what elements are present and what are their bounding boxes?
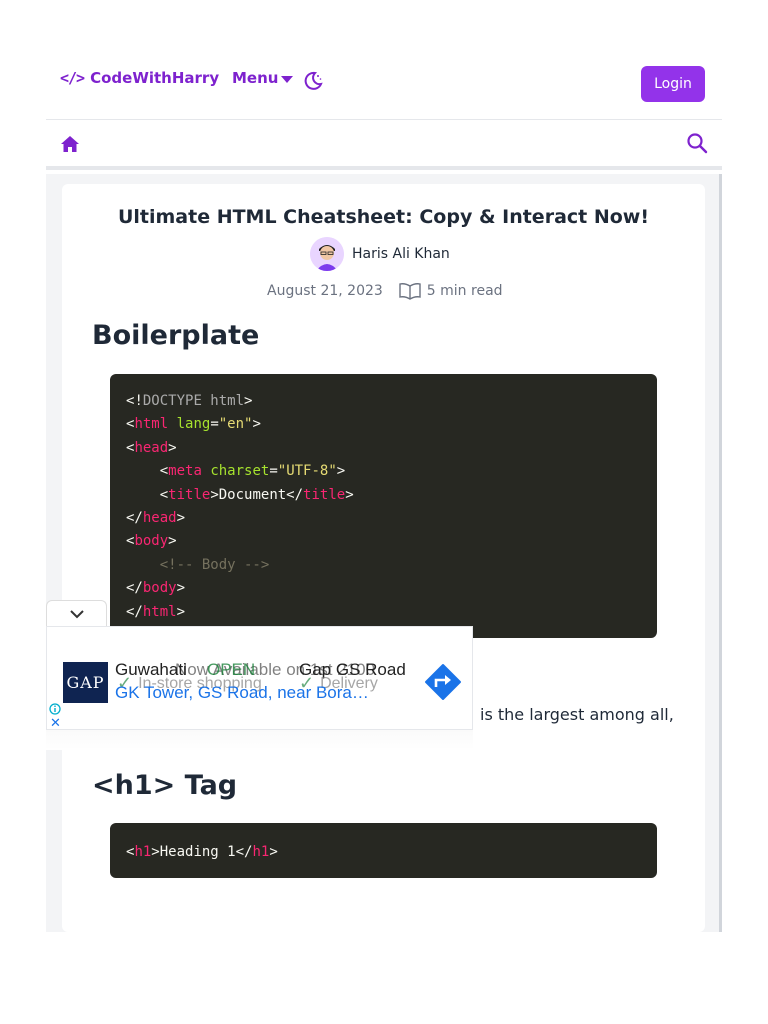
secondary-bar [46,120,722,170]
caret-down-icon [281,76,294,83]
code-block-boilerplate[interactable]: <!DOCTYPE html> <html lang="en"> <head> … [110,374,657,638]
gap-ad-banner[interactable]: GAP Now Available on 1st 2100 Guwahati O… [46,626,473,730]
code-line: </head> [126,509,186,526]
article-title: Ultimate HTML Cheatsheet: Copy & Interac… [117,206,650,228]
section-heading-boilerplate: Boilerplate [92,320,260,351]
chevron-down-icon [69,610,84,619]
code-line: <meta charset="UTF-8"> [126,463,346,480]
code-line: <body> [126,533,177,550]
menu-label: Menu [232,69,279,87]
gap-logo: GAP [63,662,108,703]
article-meta: August 21, 2023 5 min read [267,282,503,300]
code-line: </body> [126,580,186,597]
code-line: <!DOCTYPE html> [126,393,253,409]
page: </> CodeWithHarry Menu Login Ultimate HT… [0,0,768,1024]
avatar [310,237,344,271]
code-icon: </> [60,69,85,87]
ad-shadow [46,730,473,750]
ad-address[interactable]: GK Tower, GS Road, near Bora… [115,683,369,703]
login-button[interactable]: Login [641,66,705,102]
section-heading-h1-tag: <h1> Tag [92,770,238,801]
brand-name: CodeWithHarry [90,69,220,87]
paragraph-fragment: is the largest among all, [480,705,674,724]
code-line: <!-- Body --> [126,556,270,573]
author-name: Haris Ali Khan [352,246,450,262]
code-line: <html lang="en"> [126,416,261,433]
code-line: <head> [126,439,177,456]
ad-collapse-tab[interactable] [46,600,107,627]
code-line: <title>Document</title> [126,486,354,503]
info-icon[interactable] [49,703,61,715]
read-time: 5 min read [426,283,503,299]
author-info[interactable]: Haris Ali Khan [310,237,450,271]
home-icon[interactable] [60,134,80,154]
menu-dropdown[interactable]: Menu [232,69,294,87]
moon-icon[interactable] [303,71,323,91]
code-line: <h1>Heading 1</h1> [126,844,278,860]
code-line: </html> [126,603,186,620]
search-icon[interactable] [686,132,708,154]
top-navbar: </> CodeWithHarry Menu Login [46,40,722,120]
brand-logo[interactable]: </> CodeWithHarry [60,69,219,87]
close-icon[interactable]: ✕ [50,715,61,729]
directions-icon[interactable] [424,663,462,701]
code-block-h1[interactable]: <h1>Heading 1</h1> [110,823,657,878]
publish-date: August 21, 2023 [267,283,383,299]
open-book-icon [399,283,421,300]
